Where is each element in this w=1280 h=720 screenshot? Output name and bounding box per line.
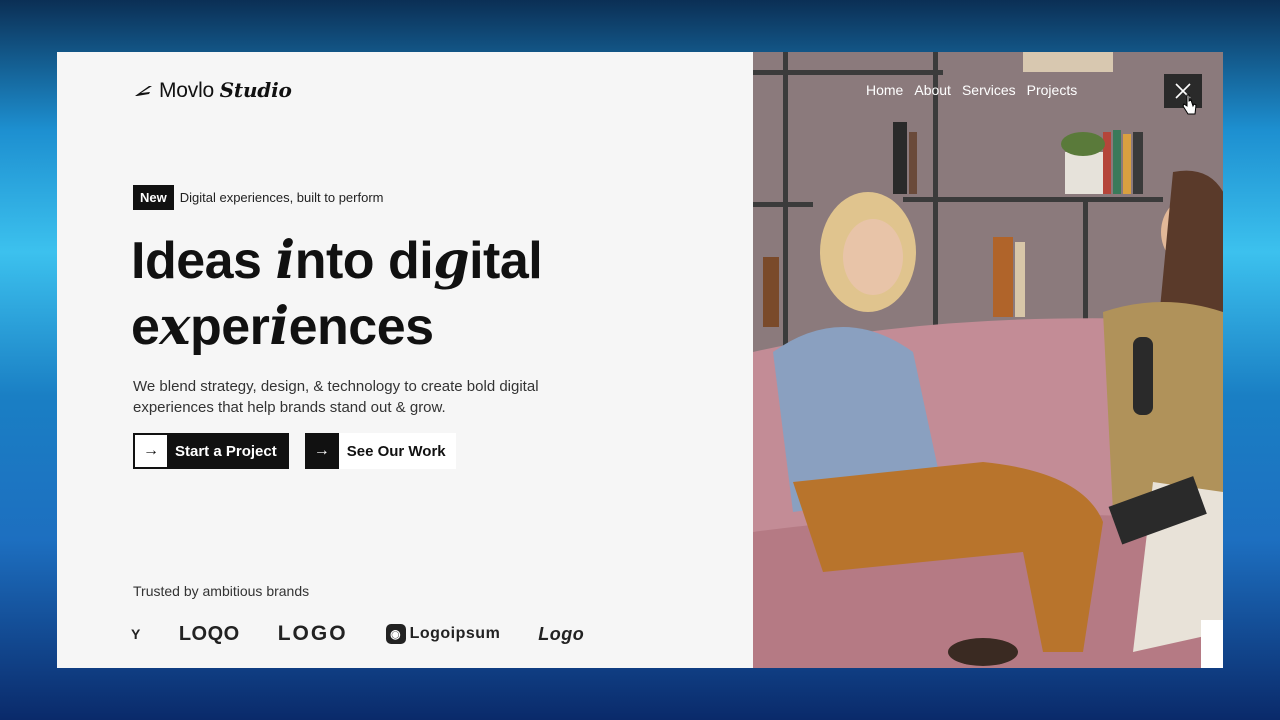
badge-text: Digital experiences, built to perform: [179, 190, 384, 205]
brand-logo: Y: [131, 626, 141, 642]
see-our-work-button[interactable]: → See Our Work: [304, 433, 456, 469]
site-logo[interactable]: Movlo Studio: [133, 78, 292, 103]
arrow-right-icon: →: [135, 435, 167, 467]
nav-home[interactable]: Home: [866, 82, 903, 98]
nav-about[interactable]: About: [914, 82, 951, 98]
hero-image-panel: Home About Services Projects: [753, 52, 1223, 668]
hero-headline: Ideas into digital experiences: [131, 230, 543, 357]
brand-logo: LOGO: [277, 622, 348, 645]
brand-logo: LOQO: [178, 622, 240, 645]
brand-logo: ◉ Logoipsum: [385, 624, 501, 644]
nav-services[interactable]: Services: [962, 82, 1016, 98]
hero-photo: [753, 52, 1223, 668]
main-nav: Home About Services Projects: [866, 82, 1077, 98]
logo-mark-icon: [135, 85, 152, 96]
arrow-right-icon: →: [304, 433, 339, 469]
logo-circle-icon: ◉: [385, 624, 406, 644]
new-badge: New: [133, 185, 174, 210]
mouse-cursor-icon: [1182, 94, 1197, 115]
brand-logo-strip: Y LOQO LOGO ◉ Logoipsum Logo: [131, 622, 584, 646]
announcement-badge-row: New Digital experiences, built to perfor…: [133, 185, 384, 210]
cta-row: → Start a Project → See Our Work: [133, 433, 456, 469]
brand-logo: Logo: [538, 623, 585, 644]
nav-projects[interactable]: Projects: [1027, 82, 1078, 98]
hero-description: We blend strategy, design, & technology …: [133, 378, 539, 416]
browser-viewport: Movlo Studio New Digital experiences, bu…: [57, 52, 1223, 668]
trusted-label: Trusted by ambitious brands: [133, 583, 310, 599]
start-project-button[interactable]: → Start a Project: [133, 433, 289, 469]
logo-text: Movlo Studio: [159, 78, 292, 102]
hero-left-panel: Movlo Studio New Digital experiences, bu…: [57, 52, 753, 668]
